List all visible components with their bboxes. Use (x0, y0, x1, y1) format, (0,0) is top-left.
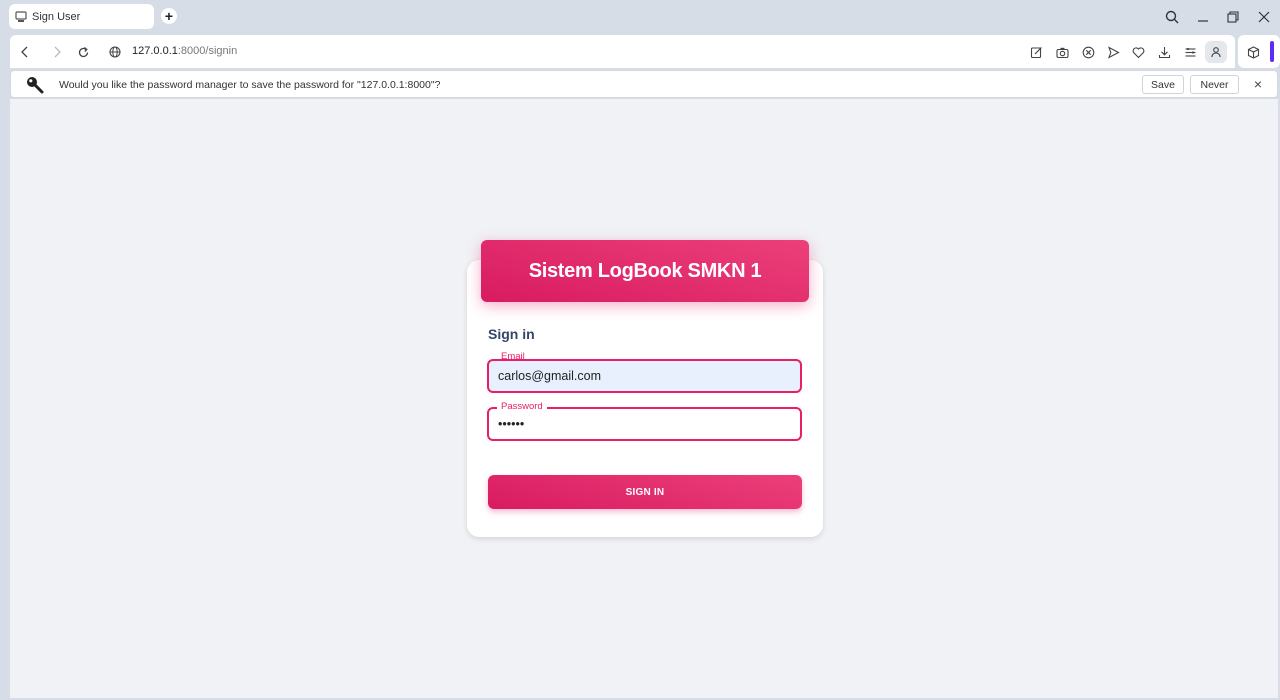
save-password-button[interactable]: Save (1142, 75, 1184, 94)
tab-strip: Sign User + (0, 0, 1280, 34)
tab-title: Sign User (32, 10, 81, 23)
sign-in-button[interactable]: SIGN IN (488, 475, 802, 509)
close-prompt-icon[interactable]: × (1251, 77, 1265, 91)
password-input[interactable] (489, 409, 800, 439)
edit-page-icon[interactable] (1027, 43, 1045, 61)
email-field-wrapper: Email (487, 351, 802, 393)
email-input[interactable] (489, 361, 800, 391)
back-icon[interactable] (16, 43, 34, 61)
extensions-panel (1238, 35, 1280, 68)
reload-icon[interactable] (74, 43, 92, 61)
password-save-prompt: Would you like the password manager to s… (10, 70, 1278, 98)
forward-icon[interactable] (48, 43, 66, 61)
close-window-icon[interactable] (1253, 7, 1275, 27)
search-tabs-icon[interactable] (1161, 7, 1183, 27)
key-icon (25, 75, 45, 95)
password-save-message: Would you like the password manager to s… (59, 79, 441, 91)
password-field-wrapper: Password (487, 401, 802, 441)
signin-heading: Sign in (488, 326, 535, 342)
app-title: Sistem LogBook SMKN 1 (528, 259, 762, 282)
page-content: Sistem LogBook SMKN 1 Sign in Email Pass… (10, 99, 1278, 698)
url-host: 127.0.0.1 (132, 45, 178, 57)
send-icon[interactable] (1104, 43, 1122, 61)
browser-tab[interactable]: Sign User (9, 4, 154, 29)
menu-lines-icon[interactable] (1181, 43, 1199, 61)
url-field[interactable]: 127.0.0.1:8000/signin (132, 45, 237, 57)
extensions-cube-icon[interactable] (1244, 43, 1262, 61)
sidebar-accent-bar (1270, 41, 1274, 62)
site-favicon-icon (15, 10, 27, 23)
adblock-shield-icon[interactable] (1079, 43, 1097, 61)
heart-icon[interactable] (1129, 43, 1147, 61)
profile-icon[interactable] (1205, 41, 1227, 63)
url-path: :8000/signin (177, 45, 238, 57)
camera-icon[interactable] (1053, 43, 1071, 61)
download-icon[interactable] (1155, 43, 1173, 61)
new-tab-button[interactable]: + (161, 8, 177, 24)
login-card-header: Sistem LogBook SMKN 1 (481, 240, 809, 302)
restore-icon[interactable] (1222, 7, 1244, 27)
never-save-button[interactable]: Never (1190, 75, 1239, 94)
address-toolbar: 127.0.0.1:8000/signin (10, 35, 1235, 68)
site-info-globe-icon[interactable] (106, 43, 124, 61)
minimize-icon[interactable] (1192, 7, 1214, 27)
